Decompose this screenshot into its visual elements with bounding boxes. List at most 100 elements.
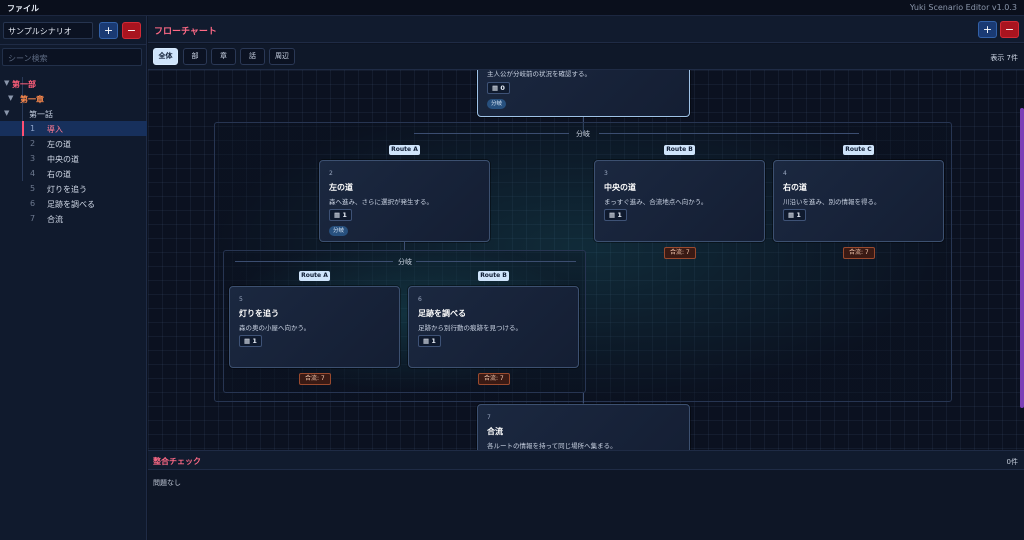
route-a-label: Route A xyxy=(299,271,330,281)
tree-scene-4[interactable]: 4 右の道 xyxy=(0,166,147,181)
node-branch-badge: 分岐 xyxy=(487,99,507,109)
consistency-check-title: 整合チェック xyxy=(153,457,201,466)
node-branch-badge: 分岐 xyxy=(329,226,349,236)
node-count-chip: ▦ 0 xyxy=(487,82,510,94)
scene-search-input[interactable]: シーン検索 xyxy=(2,48,142,66)
route-a-label: Route A xyxy=(389,145,420,155)
scene-label: 右の道 xyxy=(47,169,71,179)
node-description: 主人公が分岐前の状況を確認する。 xyxy=(487,70,591,78)
delete-scenario-button[interactable]: − xyxy=(122,22,141,39)
node-count-chip: ▦ 1 xyxy=(783,209,806,221)
flowchart-canvas[interactable]: 主人公が分岐前の状況を確認する。 ▦ 0 分岐 分岐 Route A Route… xyxy=(148,70,1024,450)
node-description: 各ルートの情報を持って同じ場所へ集まる。 xyxy=(487,442,617,450)
tree-scene-3[interactable]: 3 中央の道 xyxy=(0,151,147,166)
tree-part[interactable]: ▼ 第一部 xyxy=(0,76,147,91)
expand-arrow-icon[interactable]: ▼ xyxy=(4,109,9,117)
tree-scene-2[interactable]: 2 左の道 xyxy=(0,136,147,151)
flow-node-3[interactable]: 3 中央の道 まっすぐ進み、合流地点へ向かう。 ▦ 1 xyxy=(594,160,765,242)
tree-scene-1[interactable]: 1 導入 xyxy=(0,121,147,136)
visible-count: 表示 7件 xyxy=(990,54,1018,62)
consistency-check-body: 問題なし xyxy=(148,470,1024,540)
node-title: 灯りを追う xyxy=(239,309,279,318)
sidebar: サンプルシナリオ + − シーン検索 ▼ 第一部 ▼ 第一章 ▼ 第一話 1 導… xyxy=(0,16,147,540)
filter-episode-button[interactable]: 話 xyxy=(240,48,265,65)
flowchart-header: フローチャート + − xyxy=(148,16,1024,43)
node-count-chip: ▦ 1 xyxy=(604,209,627,221)
node-count-chip: ▦ 1 xyxy=(418,335,441,347)
merge-badge: 合流: 7 xyxy=(478,373,510,385)
route-b-label: Route B xyxy=(664,145,695,155)
scene-label: 合流 xyxy=(47,214,63,224)
node-title: 合流 xyxy=(487,427,503,436)
add-scene-button[interactable]: + xyxy=(978,21,997,38)
scene-label: 中央の道 xyxy=(47,154,79,164)
node-number: 7 xyxy=(487,414,491,421)
flow-node-4[interactable]: 4 右の道 川沿いを進み、別の情報を得る。 ▦ 1 xyxy=(773,160,944,242)
filter-chapter-button[interactable]: 章 xyxy=(211,48,236,65)
tree-scene-5[interactable]: 5 灯りを追う xyxy=(0,181,147,196)
node-description: まっすぐ進み、合流地点へ向かう。 xyxy=(604,198,708,206)
flow-node-1[interactable]: 主人公が分岐前の状況を確認する。 ▦ 0 分岐 xyxy=(477,70,690,117)
connector-line xyxy=(416,261,576,262)
node-title: 足跡を調べる xyxy=(418,309,466,318)
flow-node-5[interactable]: 5 灯りを追う 森の奥の小屋へ向かう。 ▦ 1 xyxy=(229,286,400,368)
node-description: 森へ進み、さらに選択が発生する。 xyxy=(329,198,433,206)
flow-node-7[interactable]: 7 合流 各ルートの情報を持って同じ場所へ集まる。 xyxy=(477,404,690,450)
consistency-check-count: 0件 xyxy=(1006,458,1018,466)
node-description: 森の奥の小屋へ向かう。 xyxy=(239,324,311,332)
route-c-label: Route C xyxy=(843,145,874,155)
expand-arrow-icon[interactable]: ▼ xyxy=(8,94,13,102)
scene-number: 4 xyxy=(30,168,36,178)
node-number: 5 xyxy=(239,296,243,303)
sidebar-divider xyxy=(0,44,147,45)
connector-line xyxy=(235,261,393,262)
flow-node-2[interactable]: 2 左の道 森へ進み、さらに選択が発生する。 ▦ 1 分岐 xyxy=(319,160,490,242)
node-number: 6 xyxy=(418,296,422,303)
consistency-check-message: 問題なし xyxy=(153,479,181,487)
tree-chapter-label: 第一章 xyxy=(20,94,44,104)
filter-part-button[interactable]: 部 xyxy=(183,48,207,65)
connector-line xyxy=(404,242,405,250)
tree-scene-7[interactable]: 7 合流 xyxy=(0,211,147,226)
tree-chapter[interactable]: ▼ 第一章 xyxy=(0,91,147,106)
filter-all-button[interactable]: 全体 xyxy=(153,48,178,65)
app-title: Yuki Scenario Editor v1.0.3 xyxy=(909,3,1017,12)
merge-badge: 合流: 7 xyxy=(664,247,696,259)
scene-label: 足跡を調べる xyxy=(47,199,95,209)
node-number: 2 xyxy=(329,170,333,177)
filter-neighbors-button[interactable]: 周辺 xyxy=(269,48,295,65)
node-title: 右の道 xyxy=(783,183,807,192)
scene-label: 灯りを追う xyxy=(47,184,87,194)
filter-bar: 全体 部 章 話 周辺 表示 7件 xyxy=(148,44,1024,70)
scene-tree: ▼ 第一部 ▼ 第一章 ▼ 第一話 1 導入 2 左の道 3 中央の道 4 右の… xyxy=(0,76,147,226)
node-title: 中央の道 xyxy=(604,183,636,192)
scene-number: 5 xyxy=(30,183,36,193)
tree-scene-6[interactable]: 6 足跡を調べる xyxy=(0,196,147,211)
consistency-check-header: 整合チェック 0件 xyxy=(148,450,1024,470)
tree-episode-label: 第一話 xyxy=(29,109,53,119)
merge-badge: 合流: 7 xyxy=(843,247,875,259)
node-title: 左の道 xyxy=(329,183,353,192)
merge-badge: 合流: 7 xyxy=(299,373,331,385)
flow-node-6[interactable]: 6 足跡を調べる 足跡から別行動の痕跡を見つける。 ▦ 1 xyxy=(408,286,579,368)
canvas-scrollbar[interactable] xyxy=(1020,108,1024,408)
scene-number: 6 xyxy=(30,198,36,208)
branch-group-label: 分岐 xyxy=(398,258,412,266)
node-description: 川沿いを進み、別の情報を得る。 xyxy=(783,198,881,206)
scene-label: 左の道 xyxy=(47,139,71,149)
top-bar: ファイル Yuki Scenario Editor v1.0.3 xyxy=(0,0,1024,16)
route-b-label: Route B xyxy=(478,271,509,281)
delete-scene-button[interactable]: − xyxy=(1000,21,1019,38)
scene-number: 2 xyxy=(30,138,36,148)
node-number: 3 xyxy=(604,170,608,177)
scene-number: 1 xyxy=(30,123,36,133)
add-scenario-button[interactable]: + xyxy=(99,22,118,39)
scene-number: 7 xyxy=(30,213,36,223)
connector-line xyxy=(599,133,859,134)
branch-group-label: 分岐 xyxy=(576,130,590,138)
menu-file[interactable]: ファイル xyxy=(7,3,39,14)
scenario-select[interactable]: サンプルシナリオ xyxy=(3,22,93,39)
node-count-chip: ▦ 1 xyxy=(329,209,352,221)
tree-episode[interactable]: ▼ 第一話 xyxy=(0,106,147,121)
expand-arrow-icon[interactable]: ▼ xyxy=(4,79,9,87)
